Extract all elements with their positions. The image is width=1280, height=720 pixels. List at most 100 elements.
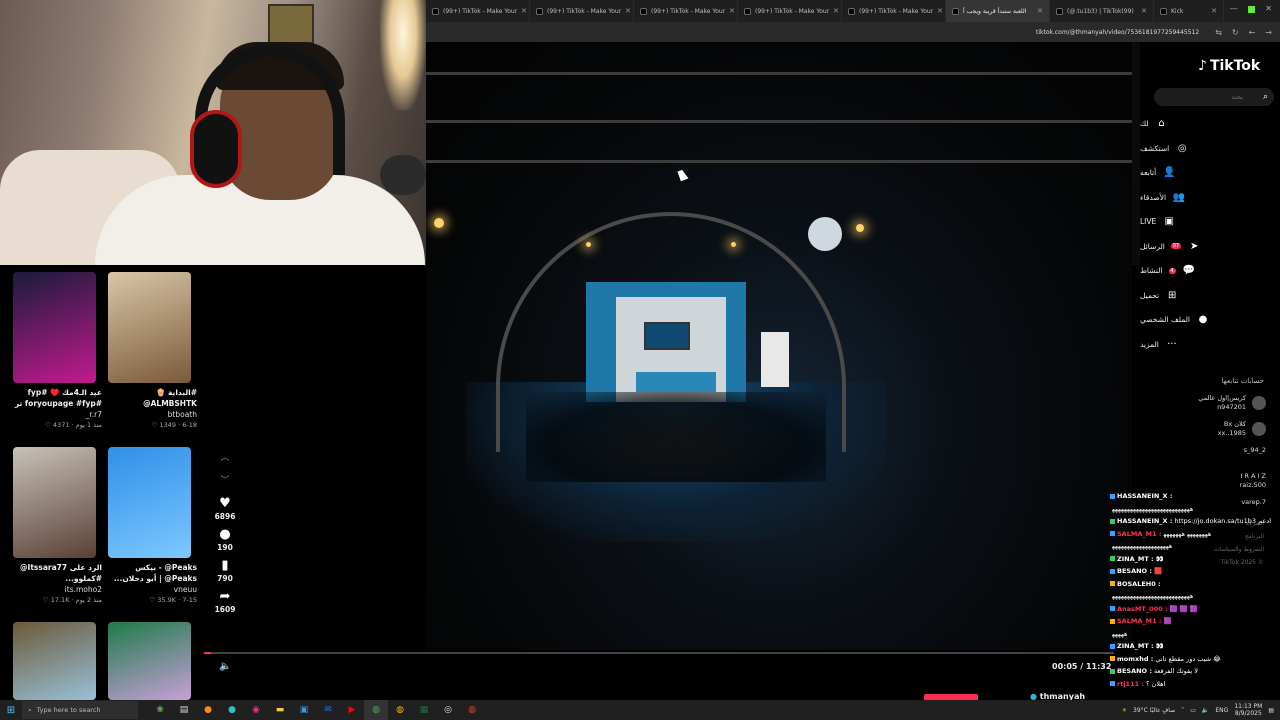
comment-button[interactable]: ● 190 [210, 527, 240, 552]
chat-text: 👀 [1155, 554, 1164, 563]
edge-icon[interactable]: ● [220, 700, 244, 720]
video-thumbnail[interactable] [13, 622, 96, 700]
followed-account[interactable]: كريس|اول عالمي n947201 [1160, 394, 1266, 412]
sidebar-nav-item[interactable]: 👤 أتابعه [1140, 167, 1266, 178]
tab-search-icon[interactable]: ⇆ [1215, 28, 1222, 37]
sidebar-nav-item[interactable]: ● الملف الشخصي [1140, 314, 1266, 325]
browser-tab[interactable]: (99+) TikTok - Make Your ✕ [634, 0, 738, 22]
tiktok-logo[interactable]: ♪ TikTok [1198, 58, 1260, 74]
chat-message: HASSANEIN_X : https://jo.dokan.sa/tu1b3 ا… [1110, 515, 1280, 528]
save-button[interactable]: ▮ 790 [210, 558, 240, 583]
video-thumbnail[interactable] [13, 272, 96, 383]
close-tab-icon[interactable]: ✕ [937, 7, 943, 15]
firefox-icon[interactable]: ● [196, 700, 220, 720]
close-tab-icon[interactable]: ✕ [729, 7, 735, 15]
sidebar-nav-item[interactable]: ➤ 97 الرسائل [1140, 241, 1266, 252]
app-icon[interactable]: ◉ [244, 700, 268, 720]
thumbnail-title: Peaks@ - بيكس [135, 563, 197, 572]
tiktok-tab-icon [536, 7, 543, 15]
thumbnail-caption[interactable]: الرد على Itssara77@ #كملوو... its.moho2 منذ… [7, 562, 102, 606]
thumbnail-caption[interactable]: عيد الـ4مك ♥️ #fyp #foryoupage #fyp تر r.r… [7, 387, 102, 431]
notifications-icon[interactable]: ▤ [1268, 707, 1274, 714]
close-tab-icon[interactable]: ✕ [1211, 7, 1217, 15]
chat-badge-icon [1110, 493, 1115, 499]
nav-label: لك [1140, 119, 1149, 128]
share-button[interactable]: ➦ 1609 [210, 589, 240, 614]
browser-tab[interactable]: (99+) TikTok - Make Your ✕ [842, 0, 946, 22]
excel-icon[interactable]: ▦ [412, 700, 436, 720]
reload-icon[interactable]: ↻ [1232, 28, 1239, 37]
chrome-icon[interactable]: ◍ [364, 700, 388, 720]
chrome-icon-2[interactable]: ◍ [460, 700, 484, 720]
minimize-icon[interactable]: — [1230, 4, 1238, 13]
browser-tab[interactable]: (@.tu1b3) | TikTok(99) ✕ [1050, 0, 1154, 22]
chat-badge-icon [1110, 681, 1115, 687]
close-tab-icon[interactable]: ✕ [521, 7, 527, 15]
chrome-canary-icon[interactable]: ◍ [388, 700, 412, 720]
sidebar-nav-item[interactable]: ⊞ تحميل [1140, 290, 1266, 301]
forward-icon[interactable]: → [1265, 28, 1272, 37]
video-thumbnail[interactable] [13, 447, 96, 558]
followed-account[interactable]: s_94_2 [1160, 446, 1266, 455]
search-icon[interactable]: ⌕ [1263, 92, 1268, 102]
video-thumbnail[interactable] [108, 272, 191, 383]
sidebar-nav-item[interactable]: ◎ استكشف [1140, 143, 1266, 154]
url-text[interactable]: tiktok.com/@thmanyah/video/7536181977259… [1036, 29, 1199, 36]
browser-tab[interactable]: (99+) TikTok - Make Your ✕ [426, 0, 530, 22]
video-player[interactable] [426, 42, 1132, 650]
thumbnail-date: منذ 1 يوم [75, 421, 102, 429]
following-heading: حسابات تتابعها [1221, 377, 1264, 385]
browser-tab[interactable]: (99+) TikTok - Make Your ✕ [530, 0, 634, 22]
weather-text[interactable]: 39°C صافٍ غالبًا [1133, 707, 1175, 714]
webcam-overlay [0, 0, 426, 265]
next-video-icon[interactable]: ﹀ [210, 473, 240, 486]
sidebar-nav-item[interactable]: 👥 الأصدقاء [1140, 192, 1266, 203]
followed-account[interactable]: Bx كلان xx..1985 [1160, 420, 1266, 438]
close-tab-icon[interactable]: ✕ [1141, 7, 1147, 15]
clock[interactable]: 11:13 PM 8/9/2025 [1234, 703, 1262, 717]
maximize-icon[interactable]: ▢ [1248, 4, 1256, 13]
close-tab-icon[interactable]: ✕ [625, 7, 631, 15]
stage-screen [644, 322, 690, 350]
task-view-icon[interactable]: ▤ [172, 700, 196, 720]
obs-icon[interactable]: ◎ [436, 700, 460, 720]
video-thumbnail[interactable] [108, 447, 191, 558]
taskbar-search[interactable]: ⌕ Type here to search [22, 701, 138, 719]
volume-icon[interactable]: 🔈 [219, 661, 231, 672]
youtube-icon[interactable]: ▶ [340, 700, 364, 720]
tiktok-note-icon: ♪ [1198, 58, 1207, 74]
nav-label: استكشف [1140, 143, 1170, 153]
tiktok-tab-icon [1160, 7, 1167, 15]
browser-tab[interactable]: (99+) TikTok - Make Your ✕ [738, 0, 842, 22]
previous-video-icon[interactable]: ︿ [210, 450, 240, 463]
sidebar-nav-item[interactable]: ▣ LIVE [1140, 216, 1266, 227]
browser-tab[interactable]: Kick ✕ [1154, 0, 1224, 22]
back-icon[interactable]: ← [1249, 28, 1256, 37]
nav-label: الرسائل [1140, 241, 1165, 251]
network-icon[interactable]: ▭ [1190, 707, 1196, 714]
language-indicator[interactable]: ENG [1215, 707, 1228, 714]
thumbnail-caption[interactable]: Peaks@ - بيكس Peaks@ | أبو دحلان... vneuu 7… [102, 562, 197, 606]
like-button[interactable]: ♥ 6896 [210, 496, 240, 521]
speaker-icon[interactable]: 🔈 [1202, 707, 1209, 714]
close-tab-icon[interactable]: ✕ [1037, 7, 1043, 15]
thumbnail-caption[interactable]: #البداية 🍿 ALMBSHTK@ btboath 6-18 · 1349 ♡ [102, 387, 197, 431]
search-placeholder: بحث [1231, 93, 1243, 101]
sidebar-nav-item[interactable]: ⌂ لك [1140, 118, 1266, 129]
windows-start-icon[interactable]: ⊞ [0, 700, 22, 720]
sidebar-nav-item[interactable]: 💬 4 النشاط [1140, 265, 1266, 276]
sidebar-nav-item[interactable]: ··· المزيد [1140, 339, 1266, 350]
tray-chevron-icon[interactable]: ˄ [1181, 707, 1184, 714]
store-icon[interactable]: ▣ [292, 700, 316, 720]
file-explorer-icon[interactable]: ▬ [268, 700, 292, 720]
video-thumbnail[interactable] [108, 622, 191, 700]
video-progress-bar[interactable] [204, 652, 1114, 654]
close-tab-icon[interactable]: ✕ [833, 7, 839, 15]
search-box[interactable]: بحث ⌕ [1154, 88, 1274, 106]
avatar [1252, 422, 1266, 436]
browser-tab[interactable]: اللعبة ستبدأ قريبة ويجب أ ✕ [946, 0, 1050, 22]
close-window-icon[interactable]: ✕ [1265, 4, 1272, 13]
followed-account[interactable]: I R A I Zraiz.500 [1160, 472, 1266, 490]
widgets-icon[interactable]: ❀ [148, 700, 172, 720]
outlook-icon[interactable]: ✉ [316, 700, 340, 720]
